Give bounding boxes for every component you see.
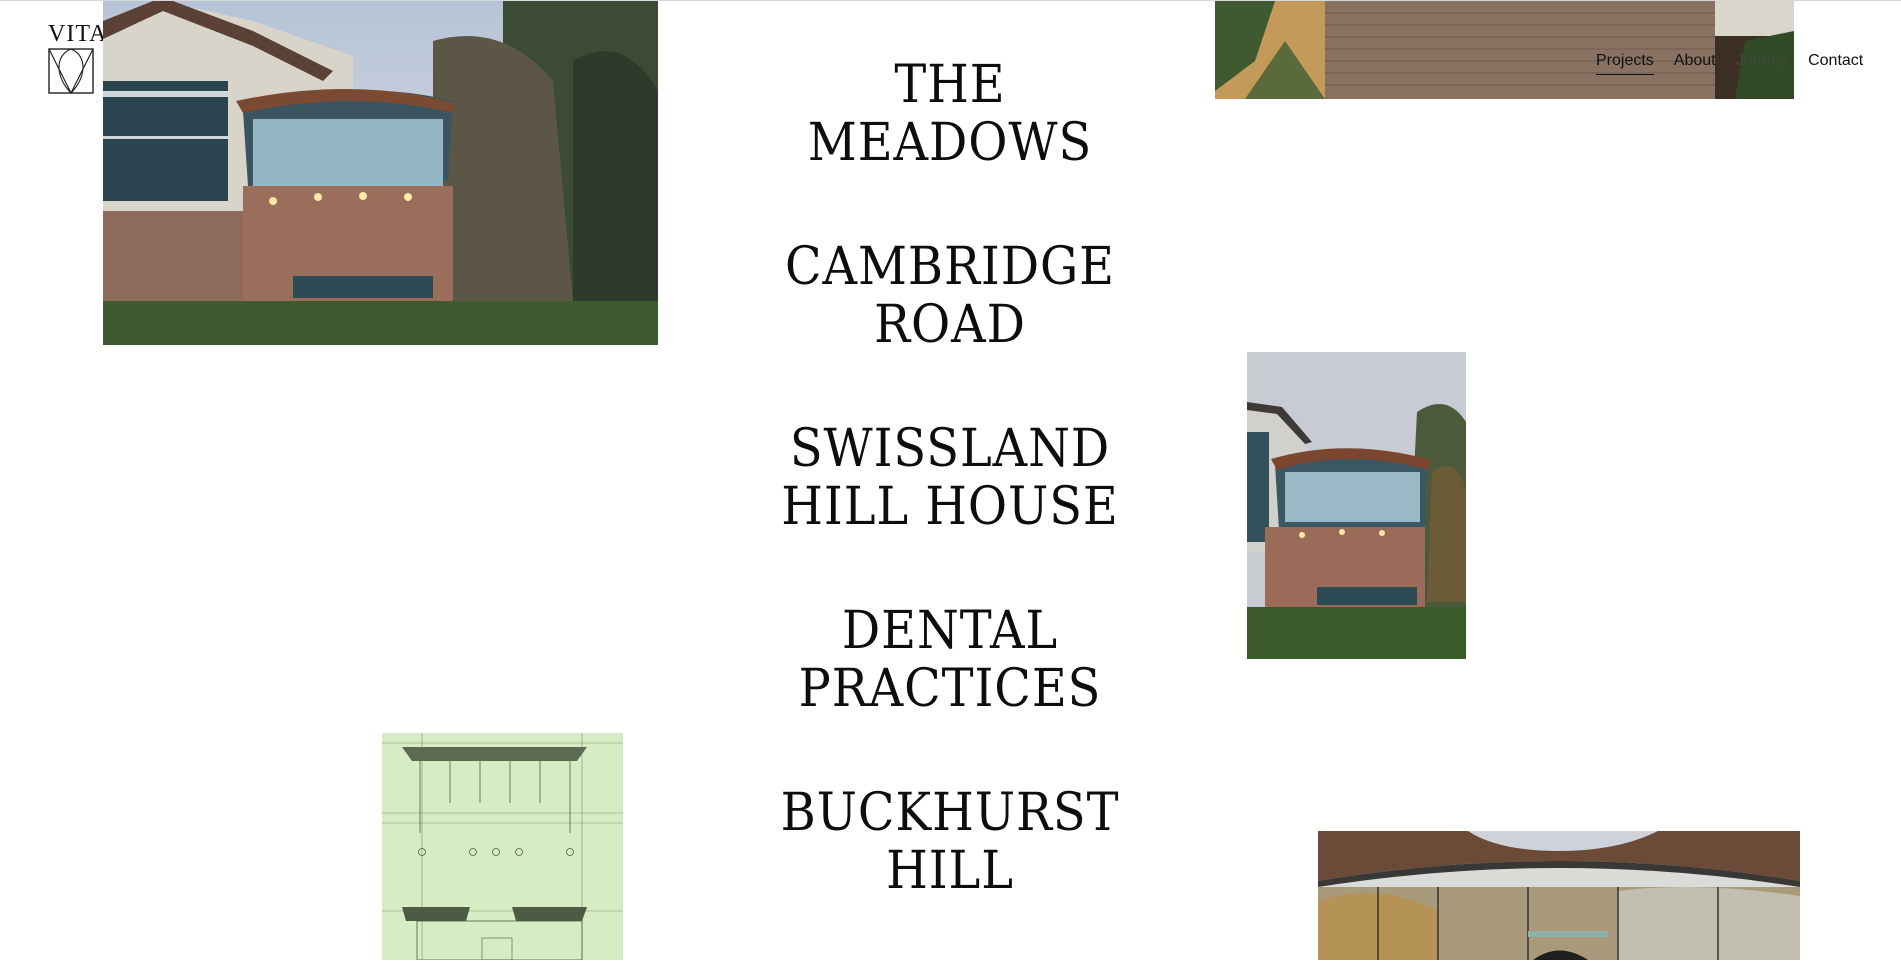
architectural-drawing-icon [382,733,623,960]
project-title-line: HILL HOUSE [781,477,1119,537]
project-title-line: BUCKHURST [780,783,1120,843]
house-photo-icon [103,1,658,345]
project-title-line: SWISSLAND [789,419,1111,479]
project-image-swissland-exterior[interactable] [103,1,658,345]
project-title-line: PRACTICES [798,659,1102,719]
project-link-dental-practices[interactable]: DENTAL PRACTICES [775,602,1125,718]
house-portrait-photo-icon [1247,352,1466,659]
project-image-interior[interactable] [1318,831,1800,960]
logo-mark-icon [48,48,94,94]
project-link-cambridge-road[interactable]: CAMBRIDGE ROAD [775,238,1125,354]
nav-contact[interactable]: Contact [1808,52,1863,70]
brick-photo-icon [1215,1,1794,99]
interior-photo-icon [1318,831,1800,960]
logo-text: VITA [48,21,108,47]
project-list: THE MEADOWS CAMBRIDGE ROAD SWISSLAND HIL… [760,56,1140,966]
project-link-swissland-hill-house[interactable]: SWISSLAND HILL HOUSE [775,420,1125,536]
project-image-brick-detail[interactable] [1215,1,1794,99]
project-link-the-meadows[interactable]: THE MEADOWS [775,56,1125,172]
project-title-line: HILL [886,841,1014,901]
project-link-buckhurst-hill[interactable]: BUCKHURST HILL [775,784,1125,900]
nav-projects[interactable]: Projects [1596,52,1654,75]
nav-about[interactable]: About [1674,52,1716,70]
project-title-line: THE [894,55,1006,115]
project-title-line: CAMBRIDGE [785,237,1115,297]
project-title-line: ROAD [874,295,1026,355]
vita-logo[interactable]: VITA [48,21,108,94]
project-image-swissland-portrait[interactable] [1247,352,1466,659]
nav-journal[interactable]: Journal [1736,52,1788,70]
main-nav: Projects About Journal Contact [1596,52,1863,75]
project-image-drawing[interactable] [382,733,623,960]
project-title-line: MEADOWS [807,113,1093,173]
project-title-line: DENTAL [841,601,1059,661]
